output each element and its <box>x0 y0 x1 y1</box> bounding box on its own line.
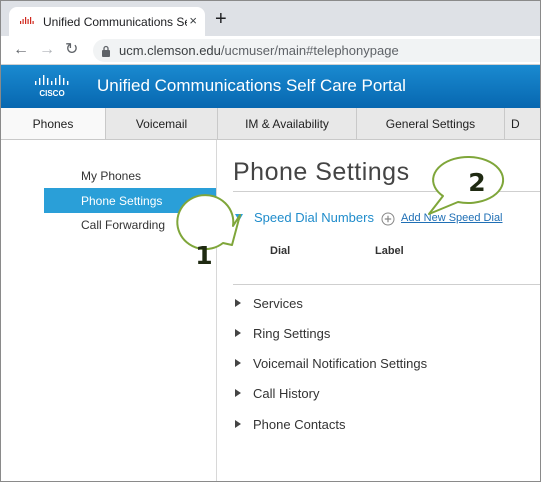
tab-label: IM & Availability <box>245 116 329 131</box>
sidebar-item-label: My Phones <box>81 168 142 183</box>
cisco-favicon-icon <box>20 16 34 24</box>
tab-voicemail[interactable]: Voicemail <box>106 108 218 139</box>
section-label: Phone Contacts <box>253 416 346 432</box>
collapsed-triangle-icon <box>235 359 241 367</box>
expanded-triangle-icon <box>235 213 243 221</box>
section-ring-settings[interactable]: Ring Settings <box>235 323 330 343</box>
forward-icon[interactable]: → <box>39 41 55 59</box>
browser-window: Unified Communications Self Ca × + ← → ↻… <box>0 0 541 482</box>
browser-tab[interactable]: Unified Communications Self Ca × <box>9 7 205 36</box>
tab-general-settings[interactable]: General Settings <box>357 108 505 139</box>
collapsed-triangle-icon <box>235 329 241 337</box>
main-nav-tabs: Phones Voicemail IM & Availability Gener… <box>1 108 540 140</box>
section-services[interactable]: Services <box>235 293 303 313</box>
add-circle-icon[interactable] <box>381 212 395 226</box>
tab-label: Voicemail <box>135 116 188 131</box>
url-text: ucm.clemson.edu/ucmuser/main#telephonypa… <box>119 43 399 58</box>
section-label: Call History <box>253 385 320 401</box>
browser-toolbar: ← → ↻ ucm.clemson.edu/ucmuser/main#telep… <box>1 36 540 65</box>
section-label: Voicemail Notification Settings <box>253 355 428 371</box>
collapsed-triangle-icon <box>235 389 241 397</box>
url-path: /ucmuser/main#telephonypage <box>220 43 399 58</box>
speed-dial-label: Speed Dial Numbers <box>254 209 374 225</box>
section-voicemail-notification-settings[interactable]: Voicemail Notification Settings <box>235 353 427 373</box>
tab-truncated[interactable]: D <box>505 108 540 139</box>
section-label: Services <box>253 295 303 311</box>
address-bar[interactable]: ucm.clemson.edu/ucmuser/main#telephonypa… <box>93 39 540 62</box>
url-host: ucm.clemson.edu <box>119 43 221 58</box>
section-phone-contacts[interactable]: Phone Contacts <box>235 414 346 434</box>
tab-label: General Settings <box>385 116 476 131</box>
sidebar-item-label: Phone Settings <box>81 193 163 208</box>
section-call-history[interactable]: Call History <box>235 383 319 403</box>
speed-dial-toggle[interactable]: Speed Dial Numbers <box>235 208 374 226</box>
column-header-dial: Dial <box>270 245 291 257</box>
sidebar-item-my-phones[interactable]: My Phones <box>44 163 216 188</box>
tab-im-availability[interactable]: IM & Availability <box>218 108 357 139</box>
divider <box>233 191 540 192</box>
column-header-label: Label <box>375 245 404 257</box>
new-tab-icon[interactable]: + <box>215 9 227 29</box>
cisco-logo-text: CISCO <box>39 89 64 98</box>
portal-header: CISCO Unified Communications Self Care P… <box>1 65 540 108</box>
divider <box>233 284 540 285</box>
tab-label: D <box>511 116 520 131</box>
collapsed-triangle-icon <box>235 299 241 307</box>
sidebar-item-call-forwarding[interactable]: Call Forwarding <box>44 212 216 237</box>
tab-label: Phones <box>32 116 74 131</box>
add-new-speed-dial-link[interactable]: Add New Speed Dial <box>401 212 503 224</box>
main-content: Phone Settings Speed Dial Numbers Add Ne… <box>217 140 540 481</box>
reload-icon[interactable]: ↻ <box>65 41 78 59</box>
section-label: Ring Settings <box>253 325 331 341</box>
portal-title: Unified Communications Self Care Portal <box>97 76 406 95</box>
tab-phones[interactable]: Phones <box>1 108 106 139</box>
browser-tab-title: Unified Communications Self Ca <box>43 14 187 29</box>
page-title: Phone Settings <box>233 158 410 186</box>
lock-icon <box>102 45 110 57</box>
collapsed-triangle-icon <box>235 420 241 428</box>
sidebar-item-phone-settings[interactable]: Phone Settings <box>44 188 216 213</box>
browser-tab-strip: Unified Communications Self Ca × + <box>1 1 540 36</box>
sidebar: My Phones Phone Settings Call Forwarding <box>1 140 217 481</box>
back-icon[interactable]: ← <box>13 41 29 59</box>
sidebar-item-label: Call Forwarding <box>81 217 166 232</box>
cisco-logo-icon: CISCO <box>35 75 69 98</box>
close-tab-icon[interactable]: × <box>189 14 197 28</box>
